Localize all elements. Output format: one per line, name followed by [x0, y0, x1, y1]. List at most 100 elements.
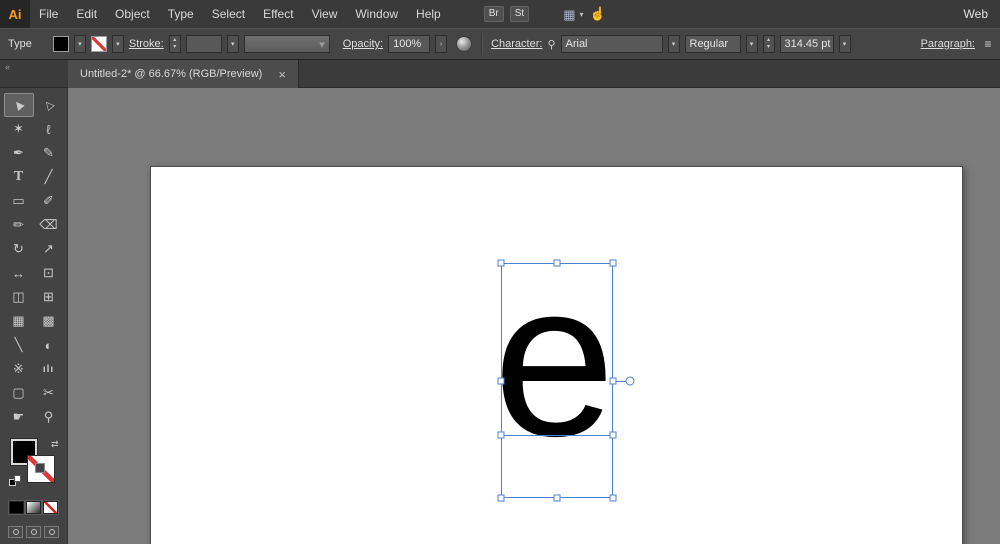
- tool-eraser[interactable]: ⌫: [34, 213, 64, 237]
- opacity-value: 100%: [393, 38, 421, 50]
- scale-tool-icon: ↗: [43, 241, 54, 257]
- menu-type[interactable]: Type: [159, 0, 203, 28]
- text-object[interactable]: e: [493, 249, 615, 469]
- stroke-width-dropdown[interactable]: ▾: [227, 35, 239, 53]
- tool-rotate[interactable]: ↻: [4, 237, 34, 261]
- collapse-panel-icon[interactable]: «: [5, 62, 10, 72]
- tool-grid: ▶ ▷ ✶ℓ✒ ✎ T╱▭✐ ✏ ⌫↻ ↗ ↔⊡◫⊞▦▩╲◐※ ılı ▢✂☛⚲: [4, 93, 64, 429]
- brush-definition-dropdown[interactable]: ▾: [244, 35, 330, 53]
- draw-inside-button[interactable]: [44, 526, 59, 538]
- menu-object[interactable]: Object: [106, 0, 159, 28]
- font-size-field[interactable]: 314.45 pt: [780, 35, 834, 53]
- workspace-layout-icon[interactable]: ▦: [563, 8, 575, 21]
- tool-gradient[interactable]: ▩: [34, 309, 64, 333]
- none-button[interactable]: [43, 501, 58, 514]
- tool-blend[interactable]: ◐: [34, 333, 64, 357]
- selection-handle[interactable]: [554, 495, 561, 502]
- fill-color-dropdown[interactable]: ▾: [74, 35, 86, 53]
- draw-normal-button[interactable]: [8, 526, 23, 538]
- chevron-down-icon[interactable]: ▾: [579, 10, 583, 19]
- menu-select[interactable]: Select: [203, 0, 254, 28]
- badge-br[interactable]: Br: [484, 6, 504, 22]
- stroke-color-swatch[interactable]: [91, 36, 107, 52]
- selection-handle[interactable]: [610, 495, 617, 502]
- column-graph-tool-icon: ılı: [43, 364, 54, 375]
- tool-type[interactable]: T: [4, 165, 34, 189]
- stroke-width-field[interactable]: [186, 35, 222, 53]
- tool-paintbrush[interactable]: ✐: [34, 189, 64, 213]
- tool-shape-builder[interactable]: ◫: [4, 285, 34, 309]
- font-family-dropdown[interactable]: ▾: [668, 35, 680, 53]
- side-circle-handle[interactable]: [626, 377, 635, 386]
- tool-column-graph[interactable]: ılı: [34, 357, 64, 381]
- tool-hand[interactable]: ☛: [4, 405, 34, 429]
- font-size-stepper[interactable]: ▴ ▾: [763, 35, 775, 53]
- paragraph-panel-link[interactable]: Paragraph:: [921, 38, 975, 50]
- app-logo[interactable]: Ai: [0, 0, 30, 28]
- tool-artboard[interactable]: ▢: [4, 381, 34, 405]
- tool-selection[interactable]: ▶: [4, 93, 34, 117]
- document-tab[interactable]: Untitled-2* @ 66.67% (RGB/Preview) ×: [68, 60, 299, 88]
- font-size-dropdown[interactable]: ▾: [839, 35, 851, 53]
- touch-workspace-icon[interactable]: ☝: [590, 6, 606, 22]
- tool-mesh[interactable]: ▦: [4, 309, 34, 333]
- close-tab-icon[interactable]: ×: [278, 68, 286, 81]
- recolor-artwork-icon[interactable]: [456, 36, 472, 52]
- color-button[interactable]: [9, 501, 24, 514]
- tool-direct-selection[interactable]: ▷: [34, 93, 64, 117]
- curvature-tool-icon: ✎: [43, 145, 54, 161]
- tool-slice[interactable]: ✂: [34, 381, 64, 405]
- tool-curvature[interactable]: ✎: [34, 141, 64, 165]
- shaper-tool-icon: ✏: [13, 217, 24, 233]
- tool-perspective-grid[interactable]: ⊞: [34, 285, 64, 309]
- stroke-width-stepper[interactable]: ▴ ▾: [169, 35, 181, 53]
- menu-view[interactable]: View: [303, 0, 347, 28]
- tool-shaper[interactable]: ✏: [4, 213, 34, 237]
- opacity-panel-link[interactable]: Opacity:: [343, 38, 383, 50]
- default-fill-stroke-icon[interactable]: [9, 475, 22, 487]
- menu-window[interactable]: Window: [346, 0, 407, 28]
- tool-zoom[interactable]: ⚲: [34, 405, 64, 429]
- opacity-expand-button[interactable]: ›: [435, 35, 447, 53]
- stroke-color-dropdown[interactable]: ▾: [112, 35, 124, 53]
- artboard[interactable]: e: [150, 166, 963, 544]
- menu-bar-icons: ▦ ▾ ☝: [563, 6, 606, 22]
- toolbar-collapse-strip[interactable]: «: [0, 60, 68, 87]
- menu-help[interactable]: Help: [407, 0, 450, 28]
- tool-rectangle[interactable]: ▭: [4, 189, 34, 213]
- tool-lasso[interactable]: ℓ: [34, 117, 64, 141]
- selection-handle[interactable]: [498, 495, 505, 502]
- tool-width[interactable]: ↔: [4, 261, 34, 285]
- character-panel-link[interactable]: Character:: [491, 38, 542, 50]
- font-search-icon[interactable]: ⚲: [547, 38, 555, 51]
- font-style-value: Regular: [690, 38, 729, 50]
- swap-fill-stroke-icon[interactable]: ⇄: [51, 439, 59, 450]
- tool-free-transform[interactable]: ⊡: [34, 261, 64, 285]
- tool-pen[interactable]: ✒: [4, 141, 34, 165]
- workspace-label[interactable]: Web: [964, 7, 988, 21]
- menu-items: FileEditObjectTypeSelectEffectViewWindow…: [30, 0, 450, 28]
- stroke-panel-link[interactable]: Stroke:: [129, 38, 164, 50]
- fill-color-swatch[interactable]: [53, 36, 69, 52]
- tool-eyedropper[interactable]: ╲: [4, 333, 34, 357]
- font-style-dropdown[interactable]: ▾: [746, 35, 758, 53]
- context-label: Type: [8, 38, 32, 50]
- stroke-proxy-swatch[interactable]: [28, 456, 54, 482]
- font-family-field[interactable]: Arial: [561, 35, 663, 53]
- align-left-icon[interactable]: ≡: [980, 36, 996, 52]
- gradient-button[interactable]: [26, 501, 41, 514]
- tool-line-segment[interactable]: ╱: [34, 165, 64, 189]
- tool-scale[interactable]: ↗: [34, 237, 64, 261]
- tool-magic-wand[interactable]: ✶: [4, 117, 34, 141]
- spin-up-icon: ▴: [173, 37, 176, 44]
- menu-effect[interactable]: Effect: [254, 0, 302, 28]
- canvas[interactable]: e: [68, 88, 1000, 544]
- badge-st[interactable]: St: [510, 6, 529, 22]
- opacity-field[interactable]: 100%: [388, 35, 430, 53]
- menu-edit[interactable]: Edit: [67, 0, 106, 28]
- tool-symbol-sprayer[interactable]: ※: [4, 357, 34, 381]
- draw-behind-button[interactable]: [26, 526, 41, 538]
- menu-file[interactable]: File: [30, 0, 67, 28]
- font-style-field[interactable]: Regular: [685, 35, 741, 53]
- direct-selection-tool-icon: ▷: [41, 98, 56, 113]
